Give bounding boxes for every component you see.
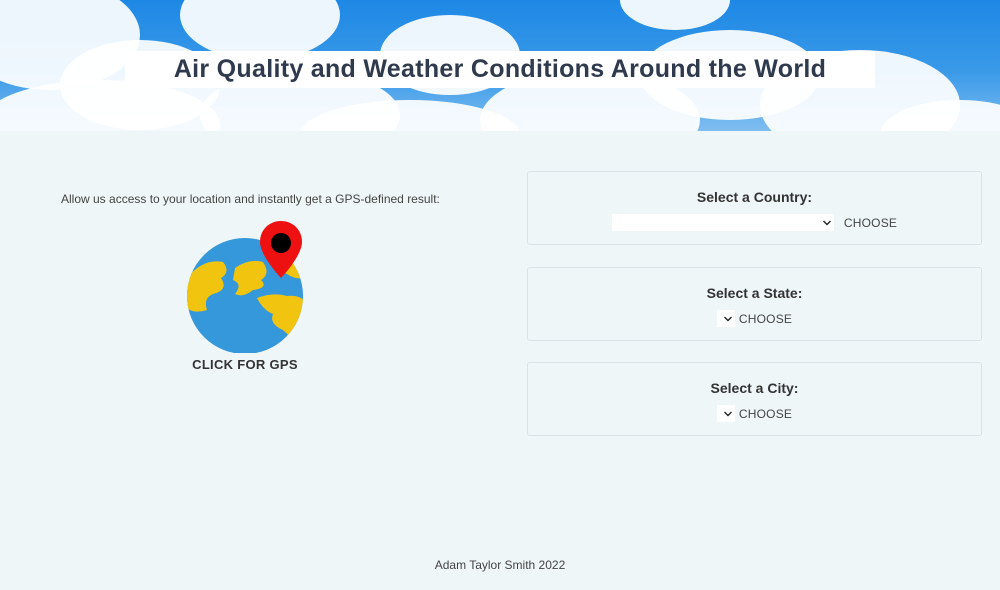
footer-text: Adam Taylor Smith 2022 [434, 558, 566, 572]
state-select-row: CHOOSE [528, 310, 981, 327]
country-select-row: CHOOSE [528, 214, 981, 231]
state-card: Select a State: CHOOSE [527, 267, 982, 341]
state-choose-button[interactable]: CHOOSE [739, 312, 792, 326]
state-label: Select a State: [706, 285, 803, 301]
chevron-down-icon [822, 220, 831, 225]
chevron-down-icon [723, 316, 732, 321]
city-select-row: CHOOSE [528, 405, 981, 422]
country-label: Select a Country: [696, 189, 813, 205]
gps-button[interactable]: CLICK FOR GPS [183, 218, 307, 378]
country-card: Select a Country: CHOOSE [527, 171, 982, 245]
country-choose-button[interactable]: CHOOSE [844, 216, 897, 230]
gps-intro-text: Allow us access to your location and ins… [61, 192, 440, 206]
city-select[interactable] [716, 405, 735, 422]
header-banner: Air Quality and Weather Conditions Aroun… [0, 0, 1000, 131]
city-card: Select a City: CHOOSE [527, 362, 982, 436]
city-choose-button[interactable]: CHOOSE [739, 407, 792, 421]
country-select[interactable] [611, 214, 834, 231]
title-box: Air Quality and Weather Conditions Aroun… [125, 51, 875, 88]
city-label: Select a City: [710, 380, 799, 396]
page-title: Air Quality and Weather Conditions Aroun… [173, 55, 827, 83]
globe-with-map-pin-icon [187, 221, 303, 353]
chevron-down-icon [723, 411, 732, 416]
state-select[interactable] [716, 310, 735, 327]
gps-button-label: CLICK FOR GPS [192, 357, 298, 372]
